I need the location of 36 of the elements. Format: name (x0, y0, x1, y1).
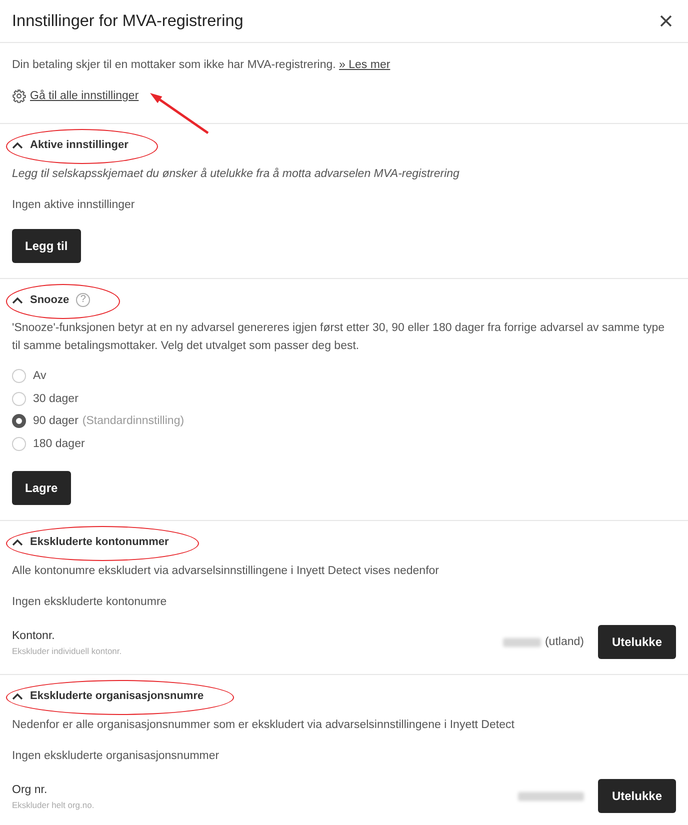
empty-state-text: Ingen ekskluderte organisasjonsnummer (12, 749, 220, 764)
all-settings-link[interactable]: Gå til alle innstillinger (12, 88, 139, 104)
chevron-up-icon (12, 692, 23, 700)
radio-option[interactable]: 90 dager (Standardinnstilling) (12, 410, 676, 432)
section-toggle[interactable]: Ekskluderte kontonummer (12, 534, 169, 550)
read-more-link[interactable]: » Les mer (339, 59, 390, 71)
exclude-button[interactable]: Utelukke (598, 779, 676, 813)
section-description: Nedenfor er alle organisasjonsnummer som er ekskludert via advarselsinnstillingene i Inyett Detect (12, 718, 516, 733)
dialog-title: Innstillinger for MVA-registrering (12, 12, 244, 30)
section-toggle[interactable]: Ekskluderte organisasjonsnumre (12, 688, 204, 704)
chevron-up-icon (12, 142, 23, 148)
radio-option[interactable]: 180 dager (12, 432, 676, 455)
radio-option[interactable]: Av (12, 365, 676, 388)
value-suffix: (utland) (544, 636, 584, 648)
section-description: 'Snooze'-funksjonen betyr at en ny advarsel genereres igjen først etter 30, 90 eller 180 dager fra forrige advarsel av samme type til samme betalingsmottaker. Velg det utvalget som passer deg best. (12, 321, 666, 354)
save-button[interactable]: Lagre (12, 471, 71, 505)
chevron-up-icon (12, 296, 23, 304)
radio-button[interactable] (12, 414, 26, 428)
chevron-up-icon (12, 538, 23, 546)
section-toggle[interactable]: Aktive innstillinger (12, 137, 128, 153)
field-sublabel: Ekskluder helt org.no. (12, 798, 94, 810)
field-label: Org nr. (12, 782, 48, 798)
exclude-button[interactable]: Utelukke (598, 625, 676, 659)
section-toggle[interactable]: Snooze (12, 292, 70, 308)
add-button[interactable]: Legg til (12, 229, 81, 263)
field-sublabel: Ekskluder individuell kontonr. (12, 644, 122, 656)
radio-option[interactable]: 30 dager (12, 388, 676, 410)
section-description: Legg til selskapsskjemaet du ønsker å utelukke fra å motta advarselen MVA-registrering (12, 166, 460, 182)
empty-state-text: Ingen aktive innstillinger (12, 198, 136, 213)
empty-state-text: Ingen ekskluderte kontonumre (12, 595, 168, 610)
intro-text: Din betaling skjer til en mottaker som ikke har MVA-registrering. (12, 59, 336, 71)
section-description: Alle kontonumre ekskludert via advarselsinnstillingene i Inyett Detect vises nedenfor (12, 564, 440, 579)
field-label: Kontonr. (12, 628, 55, 644)
close-icon (660, 15, 672, 27)
close-button[interactable] (659, 14, 673, 28)
settings-icon (12, 89, 26, 103)
